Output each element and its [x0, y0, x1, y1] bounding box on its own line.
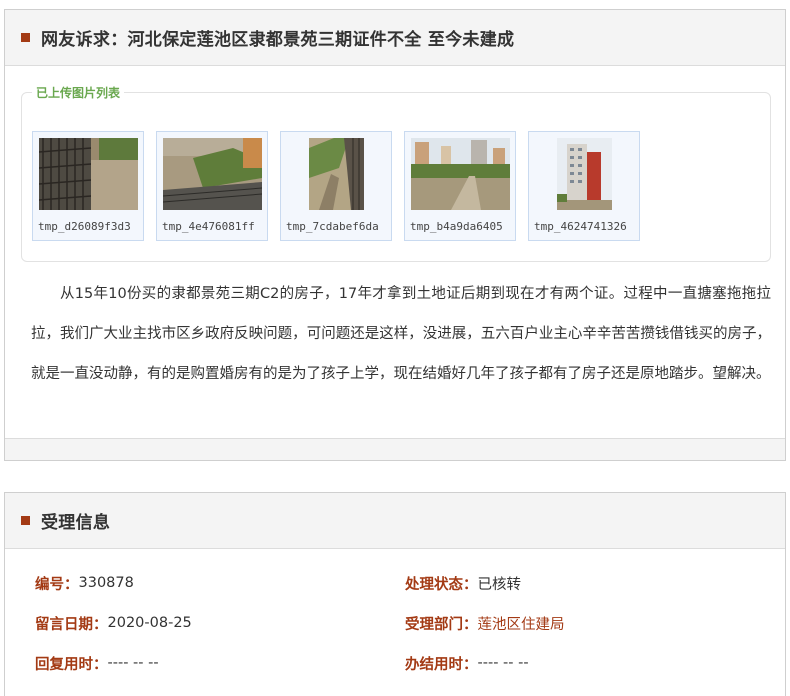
- apartment-building-photo-icon: [557, 138, 612, 210]
- department-link[interactable]: 莲池区住建局: [478, 613, 565, 634]
- image-thumbnail[interactable]: tmp_b4a9da6405: [404, 131, 516, 241]
- complaint-panel: 网友诉求：河北保定莲池区隶都景苑三期证件不全 至今未建成 已上传图片列表 tmp…: [4, 9, 786, 461]
- image-filename: tmp_7cdabef6da: [286, 220, 379, 233]
- complaint-text: 从15年10份买的隶都景苑三期C2的房子，17年才拿到土地证后期到现在才有两个证…: [31, 286, 771, 382]
- image-filename: tmp_4e476081ff: [162, 220, 255, 233]
- image-filename: tmp_4624741326: [534, 220, 627, 233]
- complaint-header: 网友诉求：河北保定莲池区隶都景苑三期证件不全 至今未建成: [5, 10, 785, 66]
- info-field-completion-time: 办结用时： ---- -- --: [405, 653, 775, 674]
- construction-rebar-photo-icon: [39, 138, 138, 210]
- acceptance-panel: 受理信息 编号： 330878 处理状态： 已核转 留言日期： 2020-08-…: [4, 492, 786, 696]
- info-value: ---- -- --: [477, 655, 529, 671]
- info-value: 330878: [78, 575, 134, 591]
- acceptance-info-grid: 编号： 330878 处理状态： 已核转 留言日期： 2020-08-25 受理…: [35, 563, 775, 683]
- info-value: 2020-08-25: [107, 615, 192, 631]
- uploaded-images-box: 已上传图片列表 tmp_d26089f3d3 tmp_4e476081ff tm…: [21, 84, 771, 262]
- info-label: 处理状态：: [405, 576, 478, 593]
- square-bullet-icon: [21, 516, 30, 525]
- image-thumbnail-list: tmp_d26089f3d3 tmp_4e476081ff tmp_7cdabe…: [32, 131, 652, 241]
- acceptance-title: 受理信息: [41, 513, 111, 533]
- image-thumbnail[interactable]: tmp_7cdabef6da: [280, 131, 392, 241]
- image-thumbnail[interactable]: tmp_4624741326: [528, 131, 640, 241]
- info-row: 编号： 330878 处理状态： 已核转: [35, 563, 775, 603]
- image-thumbnail[interactable]: tmp_4e476081ff: [156, 131, 268, 241]
- image-filename: tmp_b4a9da6405: [410, 220, 503, 233]
- info-label: 办结用时：: [405, 656, 478, 673]
- image-filename: tmp_d26089f3d3: [38, 220, 131, 233]
- info-label: 编号：: [35, 576, 79, 593]
- acceptance-header: 受理信息: [5, 493, 785, 549]
- info-value: 已核转: [477, 576, 522, 593]
- ditch-photo-icon: [309, 138, 364, 210]
- uploaded-images-legend: 已上传图片列表: [32, 84, 125, 101]
- image-thumbnail[interactable]: tmp_d26089f3d3: [32, 131, 144, 241]
- info-label: 回复用时：: [35, 656, 108, 673]
- info-field-department: 受理部门： 莲池区住建局: [405, 613, 775, 634]
- info-field-status: 处理状态： 已核转: [405, 573, 775, 594]
- info-field-date: 留言日期： 2020-08-25: [35, 613, 405, 634]
- complaint-title: 网友诉求：河北保定莲池区隶都景苑三期证件不全 至今未建成: [41, 30, 515, 50]
- info-value: ---- -- --: [107, 655, 159, 671]
- panel-footer: [5, 438, 785, 460]
- info-label: 受理部门：: [405, 616, 478, 633]
- construction-trench-photo-icon: [163, 138, 262, 210]
- info-field-reply-time: 回复用时： ---- -- --: [35, 653, 405, 674]
- square-bullet-icon: [21, 33, 30, 42]
- info-row: 留言日期： 2020-08-25 受理部门： 莲池区住建局: [35, 603, 775, 643]
- info-field-number: 编号： 330878: [35, 573, 405, 594]
- info-label: 留言日期：: [35, 616, 108, 633]
- info-row: 回复用时： ---- -- -- 办结用时： ---- -- --: [35, 643, 775, 683]
- site-road-photo-icon: [411, 138, 510, 210]
